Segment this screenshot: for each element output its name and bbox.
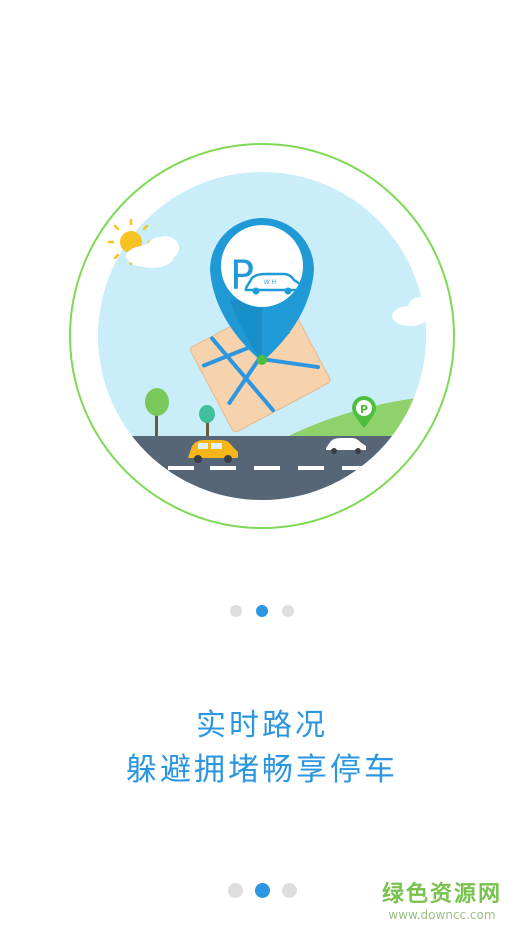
pin-parking-letter: P [230, 253, 254, 299]
watermark-brand: 绿色资源网 [381, 882, 502, 907]
page-dot-active[interactable] [256, 605, 268, 617]
page-dot-active[interactable] [254, 883, 270, 898]
page-indicator-top [0, 605, 524, 617]
page-dot[interactable] [282, 605, 294, 617]
watermark: 绿色资源网 www.downcc.com [382, 876, 502, 922]
caption-title: 实时路况 [196, 708, 328, 743]
parking-marker-letter: P [360, 403, 368, 416]
page-dot[interactable] [227, 883, 243, 898]
caption-subtitle: 躲避拥堵畅享停车 [126, 752, 398, 788]
watermark-url: www.downcc.com [388, 908, 496, 922]
pin-badge-text: W H [264, 279, 277, 286]
page-dot[interactable] [230, 605, 242, 617]
page-dot[interactable] [281, 883, 297, 898]
onboarding-illustration: P P W H [69, 143, 455, 529]
